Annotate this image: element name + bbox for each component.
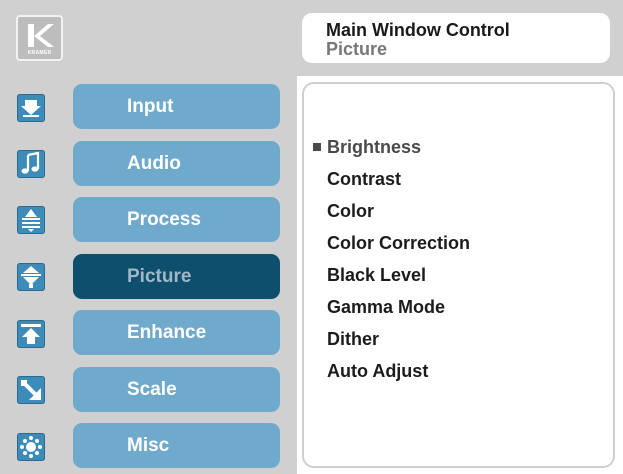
sidebar-item-misc[interactable]: Misc	[73, 423, 280, 468]
sidebar-item-process[interactable]: Process	[73, 197, 280, 242]
menu-item-contrast[interactable]: Contrast	[313, 168, 470, 200]
logo-brand-text: KRAMER	[27, 50, 52, 56]
menu-item-brightness[interactable]: Brightness	[313, 136, 470, 168]
menu-item-color[interactable]: Color	[313, 200, 470, 232]
picture-icon[interactable]	[17, 263, 45, 291]
picture-submenu: Brightness Contrast Color Color Correcti…	[313, 136, 470, 392]
menu-item-label: Black Level	[327, 265, 427, 285]
window-title-box: Main Window Control Picture	[302, 13, 610, 63]
header-bar: KRAMER Main Window Control Picture	[0, 0, 623, 76]
input-icon[interactable]	[17, 94, 45, 122]
process-icon[interactable]	[17, 206, 45, 234]
enhance-icon[interactable]	[17, 320, 45, 348]
sidebar-item-input[interactable]: Input	[73, 84, 280, 129]
sidebar-item-picture[interactable]: Picture	[73, 254, 280, 299]
k-logo-icon	[28, 24, 54, 47]
window-subtitle: Picture	[326, 39, 388, 59]
window-title: Main Window Control	[326, 20, 510, 40]
menu-item-label: Dither	[327, 329, 380, 349]
scale-icon[interactable]	[17, 376, 45, 404]
sidebar-item-scale[interactable]: Scale	[73, 367, 280, 412]
selection-marker-icon	[313, 143, 321, 151]
menu-item-auto-adjust[interactable]: Auto Adjust	[313, 360, 470, 392]
menu-item-label: Gamma Mode	[327, 297, 446, 317]
kramer-logo: KRAMER	[16, 15, 63, 61]
sidebar-item-audio[interactable]: Audio	[73, 141, 280, 186]
menu-item-gamma-mode[interactable]: Gamma Mode	[313, 296, 470, 328]
menu-item-label: Brightness	[327, 137, 422, 157]
menu-item-dither[interactable]: Dither	[313, 328, 470, 360]
menu-item-black-level[interactable]: Black Level	[313, 264, 470, 296]
music-note-icon[interactable]	[17, 150, 45, 178]
menu-item-label: Color Correction	[327, 233, 471, 253]
menu-item-color-correction[interactable]: Color Correction	[313, 232, 470, 264]
menu-item-label: Contrast	[327, 169, 402, 189]
misc-icon[interactable]	[17, 433, 45, 461]
menu-item-label: Color	[327, 201, 374, 221]
menu-item-label: Auto Adjust	[327, 361, 429, 381]
sidebar-item-enhance[interactable]: Enhance	[73, 310, 280, 355]
